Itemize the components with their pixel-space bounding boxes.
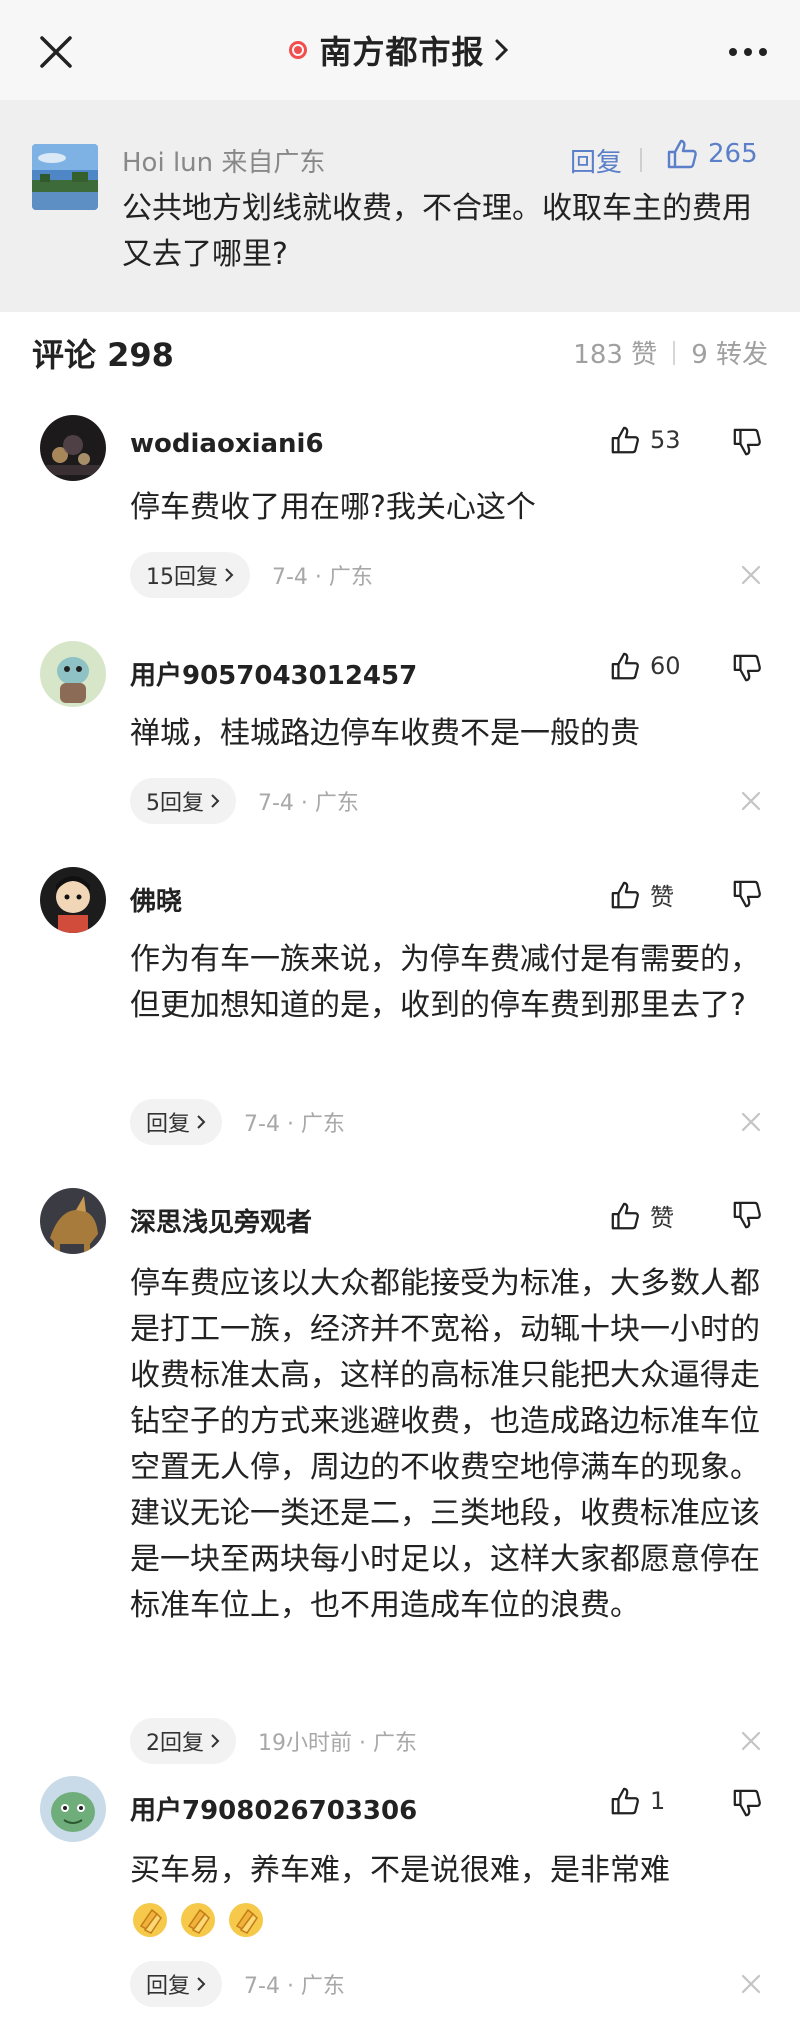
likes-stat[interactable]: 183 赞 xyxy=(573,334,657,371)
comment-meta: 2回复 19小时前 · 广东 xyxy=(130,1718,417,1764)
post-stats: 183 赞 9 转发 xyxy=(573,334,768,371)
comments-count-label: 评论 298 xyxy=(32,336,174,374)
quoted-like-count: 265 xyxy=(708,139,758,169)
thumbs-up-icon xyxy=(667,139,697,169)
comment-timestamp: 7-4 · 广东 xyxy=(258,791,359,816)
like-count: 1 xyxy=(650,1787,666,1815)
comments-header: 评论 298 183 赞 9 转发 xyxy=(0,312,800,392)
quoted-comment-text: 公共地方划线就收费，不合理。收取车主的费用又去了哪里? xyxy=(122,191,752,272)
like-count: 赞 xyxy=(650,883,674,911)
chevron-right-icon xyxy=(225,568,234,582)
comment-text: 停车费收了用在哪?我关心这个 xyxy=(130,490,536,525)
thumbs-down-icon[interactable] xyxy=(732,879,762,909)
quoted-username[interactable]: Hoi lun 来自广东 xyxy=(122,142,325,179)
comment-text: 停车费应该以大众都能接受为标准，大多数人都是打工一族，经济并不宽裕，动辄十块一小… xyxy=(130,1266,760,1623)
chevron-right-icon xyxy=(197,1977,206,1991)
like-button[interactable]: 1 xyxy=(610,1786,665,1816)
account-title: 南方都市报 xyxy=(319,33,485,71)
replies-button[interactable]: 5回复 xyxy=(130,778,236,824)
comment-item: 用户9057043012457 60 禅城，桂城路边停车收费不是一般的贵 5回复… xyxy=(0,641,800,831)
quoted-comment: Hoi lun 来自广东 回复 265 公共地方划线就收费，不合理。收取车主的费… xyxy=(0,100,800,312)
thumbs-down-icon[interactable] xyxy=(732,1200,762,1230)
comment-username[interactable]: 深思浅见旁观者 xyxy=(130,1202,312,1239)
avatar[interactable] xyxy=(40,415,106,481)
like-button[interactable]: 53 xyxy=(610,425,681,455)
chevron-right-icon xyxy=(211,794,220,808)
thumbs-up-icon xyxy=(611,881,639,908)
divider xyxy=(640,148,642,172)
like-count: 赞 xyxy=(650,1204,674,1232)
quoted-user-avatar[interactable] xyxy=(32,144,98,210)
comment-text: 买车易，养车难，不是说很难，是非常难 xyxy=(130,1848,770,1942)
comment-username[interactable]: wodiaoxiani6 xyxy=(130,429,324,459)
replies-label: 回复 xyxy=(146,1112,191,1137)
close-icon[interactable] xyxy=(38,34,74,70)
comment-username[interactable]: 佛晓 xyxy=(130,881,182,918)
avatar[interactable] xyxy=(40,641,106,707)
avatar[interactable] xyxy=(40,1188,106,1254)
comment-username[interactable]: 用户7908026703306 xyxy=(130,1790,417,1827)
comment-timestamp: 7-4 · 广东 xyxy=(272,565,373,590)
thumbs-down-icon[interactable] xyxy=(732,653,762,683)
comment-timestamp: 7-4 · 广东 xyxy=(244,1974,345,1999)
comment-meta: 5回复 7-4 · 广东 xyxy=(130,778,359,824)
thumbs-down-icon[interactable] xyxy=(732,1788,762,1818)
thumbs-up-icon xyxy=(611,1787,639,1815)
chevron-right-icon xyxy=(495,39,508,61)
replies-label: 15回复 xyxy=(146,565,218,590)
like-button[interactable]: 赞 xyxy=(610,1198,674,1233)
comment-item: 深思浅见旁观者 赞 停车费应该以大众都能接受为标准，大多数人都是打工一族，经济并… xyxy=(0,1188,800,1764)
replies-button[interactable]: 15回复 xyxy=(130,552,250,598)
dismiss-x-icon[interactable] xyxy=(740,1973,762,1995)
chevron-right-icon xyxy=(211,1734,220,1748)
chevron-right-icon xyxy=(197,1115,206,1129)
comment-text: 作为有车一族来说，为停车费减付是有需要的，但更加想知道的是，收到的停车费到那里去… xyxy=(130,942,760,1023)
replies-label: 2回复 xyxy=(146,1731,204,1756)
comment-timestamp: 19小时前 · 广东 xyxy=(258,1731,417,1756)
like-count: 60 xyxy=(650,652,681,680)
like-button[interactable]: 赞 xyxy=(610,877,674,912)
top-nav-bar: 南方都市报 xyxy=(0,0,800,100)
dismiss-x-icon[interactable] xyxy=(740,564,762,586)
comment-item: 佛晓 赞 作为有车一族来说，为停车费减付是有需要的，但更加想知道的是，收到的停车… xyxy=(0,867,800,1157)
avatar[interactable] xyxy=(40,1776,106,1842)
like-count: 53 xyxy=(650,426,681,454)
quoted-reply-button[interactable]: 回复 xyxy=(570,142,622,179)
like-button[interactable]: 60 xyxy=(610,651,681,681)
replies-button[interactable]: 2回复 xyxy=(130,1718,236,1764)
thumbs-up-icon xyxy=(611,652,639,680)
comment-meta: 15回复 7-4 · 广东 xyxy=(130,552,373,598)
dismiss-x-icon[interactable] xyxy=(740,1111,762,1133)
thumbs-up-icon xyxy=(611,426,639,454)
avatar[interactable] xyxy=(40,867,106,933)
account-title-link[interactable]: 南方都市报 xyxy=(289,27,510,73)
clapping-hands-emoji xyxy=(181,1902,215,1937)
replies-label: 回复 xyxy=(146,1974,191,1999)
comment-meta: 回复 7-4 · 广东 xyxy=(130,1099,345,1145)
quoted-like-button[interactable]: 265 xyxy=(666,138,758,170)
dismiss-x-icon[interactable] xyxy=(740,1730,762,1752)
reposts-stat[interactable]: 9 转发 xyxy=(691,334,768,371)
comment-item: 用户7908026703306 1 买车易，养车难，不是说很难，是非常难 回复 … xyxy=(0,1776,800,2026)
comment-timestamp: 7-4 · 广东 xyxy=(244,1112,345,1137)
thumbs-up-icon xyxy=(611,1202,639,1229)
replies-button[interactable]: 回复 xyxy=(130,1961,223,2007)
replies-button[interactable]: 回复 xyxy=(130,1099,223,1145)
comment-username[interactable]: 用户9057043012457 xyxy=(130,655,417,692)
comment-text-line: 买车易，养车难，不是说很难，是非常难 xyxy=(130,1853,670,1888)
replies-label: 5回复 xyxy=(146,791,204,816)
comment-meta: 回复 7-4 · 广东 xyxy=(130,1961,345,2007)
live-dot-icon xyxy=(289,41,308,59)
thumbs-down-icon[interactable] xyxy=(732,427,762,457)
clapping-hands-emoji xyxy=(133,1902,167,1937)
more-icon[interactable] xyxy=(726,38,770,66)
comment-item: wodiaoxiani6 53 停车费收了用在哪?我关心这个 15回复 7-4 … xyxy=(0,415,800,605)
dismiss-x-icon[interactable] xyxy=(740,790,762,812)
divider xyxy=(673,340,676,365)
clapping-hands-emoji xyxy=(229,1902,263,1937)
comment-text: 禅城，桂城路边停车收费不是一般的贵 xyxy=(130,716,640,751)
emoji-row xyxy=(130,1896,770,1942)
